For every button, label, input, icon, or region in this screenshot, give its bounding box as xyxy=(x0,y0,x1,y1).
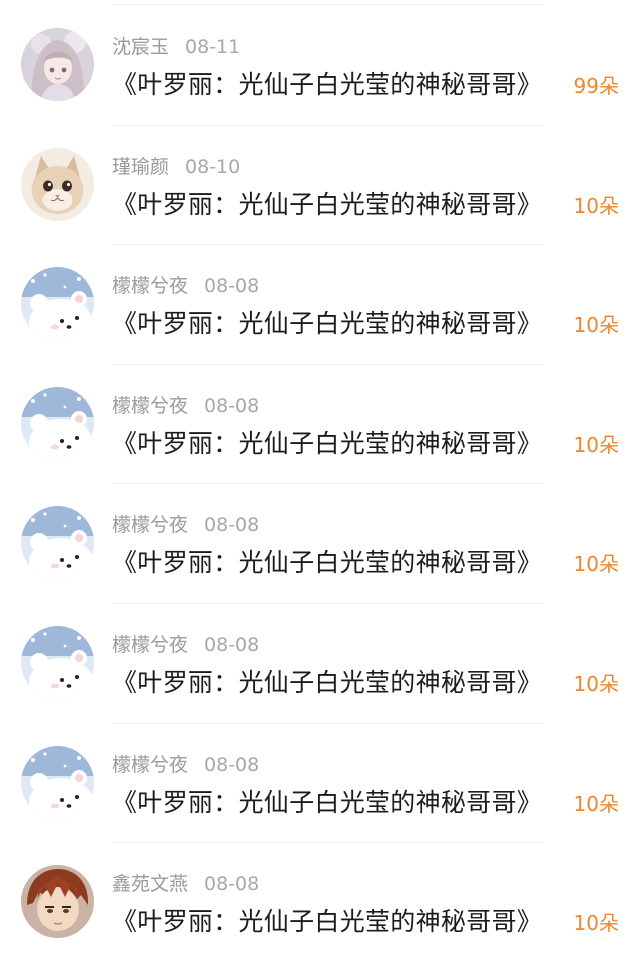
date: 08-08 xyxy=(204,394,260,417)
anime-boy-avatar-image xyxy=(21,865,94,939)
row-meta: 沈宸玉 08-11 xyxy=(112,32,240,59)
date: 08-08 xyxy=(204,753,260,776)
list-item: 鑫苑文燕 08-08 《叶罗丽：光仙子白光莹的神秘哥哥》 10朵 xyxy=(0,843,640,963)
cat-avatar[interactable] xyxy=(21,147,94,221)
flower-amount: 10朵 xyxy=(573,313,619,338)
row-meta: 檬檬兮夜 08-08 xyxy=(112,630,259,657)
book-title[interactable]: 《叶罗丽：光仙子白光莹的神秘哥哥》 xyxy=(112,304,542,340)
polar-bear-avatar[interactable] xyxy=(21,745,94,819)
book-title[interactable]: 《叶罗丽：光仙子白光莹的神秘哥哥》 xyxy=(112,424,542,460)
date: 08-08 xyxy=(204,275,260,298)
polar-bear-avatar-image xyxy=(21,506,94,580)
flower-amount: 10朵 xyxy=(573,432,619,457)
username[interactable]: 檬檬兮夜 xyxy=(112,634,188,656)
book-title[interactable]: 《叶罗丽：光仙子白光莹的神秘哥哥》 xyxy=(112,663,542,699)
row-meta: 檬檬兮夜 08-08 xyxy=(112,750,259,777)
date: 08-08 xyxy=(204,873,260,896)
row-meta: 檬檬兮夜 08-08 xyxy=(112,391,259,418)
list-item: 檬檬兮夜 08-08 《叶罗丽：光仙子白光莹的神秘哥哥》 10朵 xyxy=(0,604,640,724)
username[interactable]: 檬檬兮夜 xyxy=(112,514,188,536)
username[interactable]: 瑾瑜颜 xyxy=(112,156,169,178)
book-title[interactable]: 《叶罗丽：光仙子白光莹的神秘哥哥》 xyxy=(112,543,542,579)
date: 08-11 xyxy=(185,36,241,58)
row-meta: 鑫苑文燕 08-08 xyxy=(112,869,259,896)
username[interactable]: 沈宸玉 xyxy=(112,36,169,58)
book-title[interactable]: 《叶罗丽：光仙子白光莹的神秘哥哥》 xyxy=(112,185,542,221)
anime-girl-avatar-image xyxy=(21,28,94,101)
book-title[interactable]: 《叶罗丽：光仙子白光莹的神秘哥哥》 xyxy=(112,65,542,101)
polar-bear-avatar-image xyxy=(21,625,94,699)
polar-bear-avatar[interactable] xyxy=(21,506,94,580)
username[interactable]: 鑫苑文燕 xyxy=(112,873,188,895)
anime-girl-avatar[interactable] xyxy=(21,28,94,101)
polar-bear-avatar-image xyxy=(21,745,94,819)
top-divider xyxy=(112,4,544,5)
date: 08-08 xyxy=(204,514,260,537)
row-meta: 檬檬兮夜 08-08 xyxy=(112,271,259,298)
polar-bear-avatar-image xyxy=(21,267,94,341)
username[interactable]: 檬檬兮夜 xyxy=(112,395,188,417)
list-item: 沈宸玉 08-11 《叶罗丽：光仙子白光莹的神秘哥哥》 99朵 xyxy=(0,6,640,126)
cat-avatar-image xyxy=(21,147,94,221)
date: 08-08 xyxy=(204,633,260,656)
flower-amount: 10朵 xyxy=(573,671,619,696)
list-item: 檬檬兮夜 08-08 《叶罗丽：光仙子白光莹的神秘哥哥》 10朵 xyxy=(0,365,640,485)
polar-bear-avatar[interactable] xyxy=(21,625,94,699)
flower-amount: 10朵 xyxy=(573,911,619,936)
username[interactable]: 檬檬兮夜 xyxy=(112,754,188,776)
polar-bear-avatar[interactable] xyxy=(21,386,94,460)
row-meta: 檬檬兮夜 08-08 xyxy=(112,510,259,537)
list-item: 檬檬兮夜 08-08 《叶罗丽：光仙子白光莹的神秘哥哥》 10朵 xyxy=(0,245,640,365)
list-item: 檬檬兮夜 08-08 《叶罗丽：光仙子白光莹的神秘哥哥》 10朵 xyxy=(0,724,640,844)
gift-list: 沈宸玉 08-11 《叶罗丽：光仙子白光莹的神秘哥哥》 99朵 瑾瑜颜 08-10 xyxy=(0,6,640,963)
flower-amount: 10朵 xyxy=(573,193,619,218)
flower-amount: 99朵 xyxy=(573,74,619,98)
list-item: 瑾瑜颜 08-10 《叶罗丽：光仙子白光莹的神秘哥哥》 10朵 xyxy=(0,126,640,246)
anime-boy-avatar[interactable] xyxy=(21,865,94,939)
list-item: 檬檬兮夜 08-08 《叶罗丽：光仙子白光莹的神秘哥哥》 10朵 xyxy=(0,484,640,604)
flower-amount: 10朵 xyxy=(573,791,619,816)
username[interactable]: 檬檬兮夜 xyxy=(112,275,188,297)
date: 08-10 xyxy=(185,155,241,178)
flower-amount: 10朵 xyxy=(573,552,619,577)
polar-bear-avatar-image xyxy=(21,386,94,460)
book-title[interactable]: 《叶罗丽：光仙子白光莹的神秘哥哥》 xyxy=(112,783,542,819)
row-meta: 瑾瑜颜 08-10 xyxy=(112,152,240,179)
book-title[interactable]: 《叶罗丽：光仙子白光莹的神秘哥哥》 xyxy=(112,902,542,938)
polar-bear-avatar[interactable] xyxy=(21,267,94,341)
